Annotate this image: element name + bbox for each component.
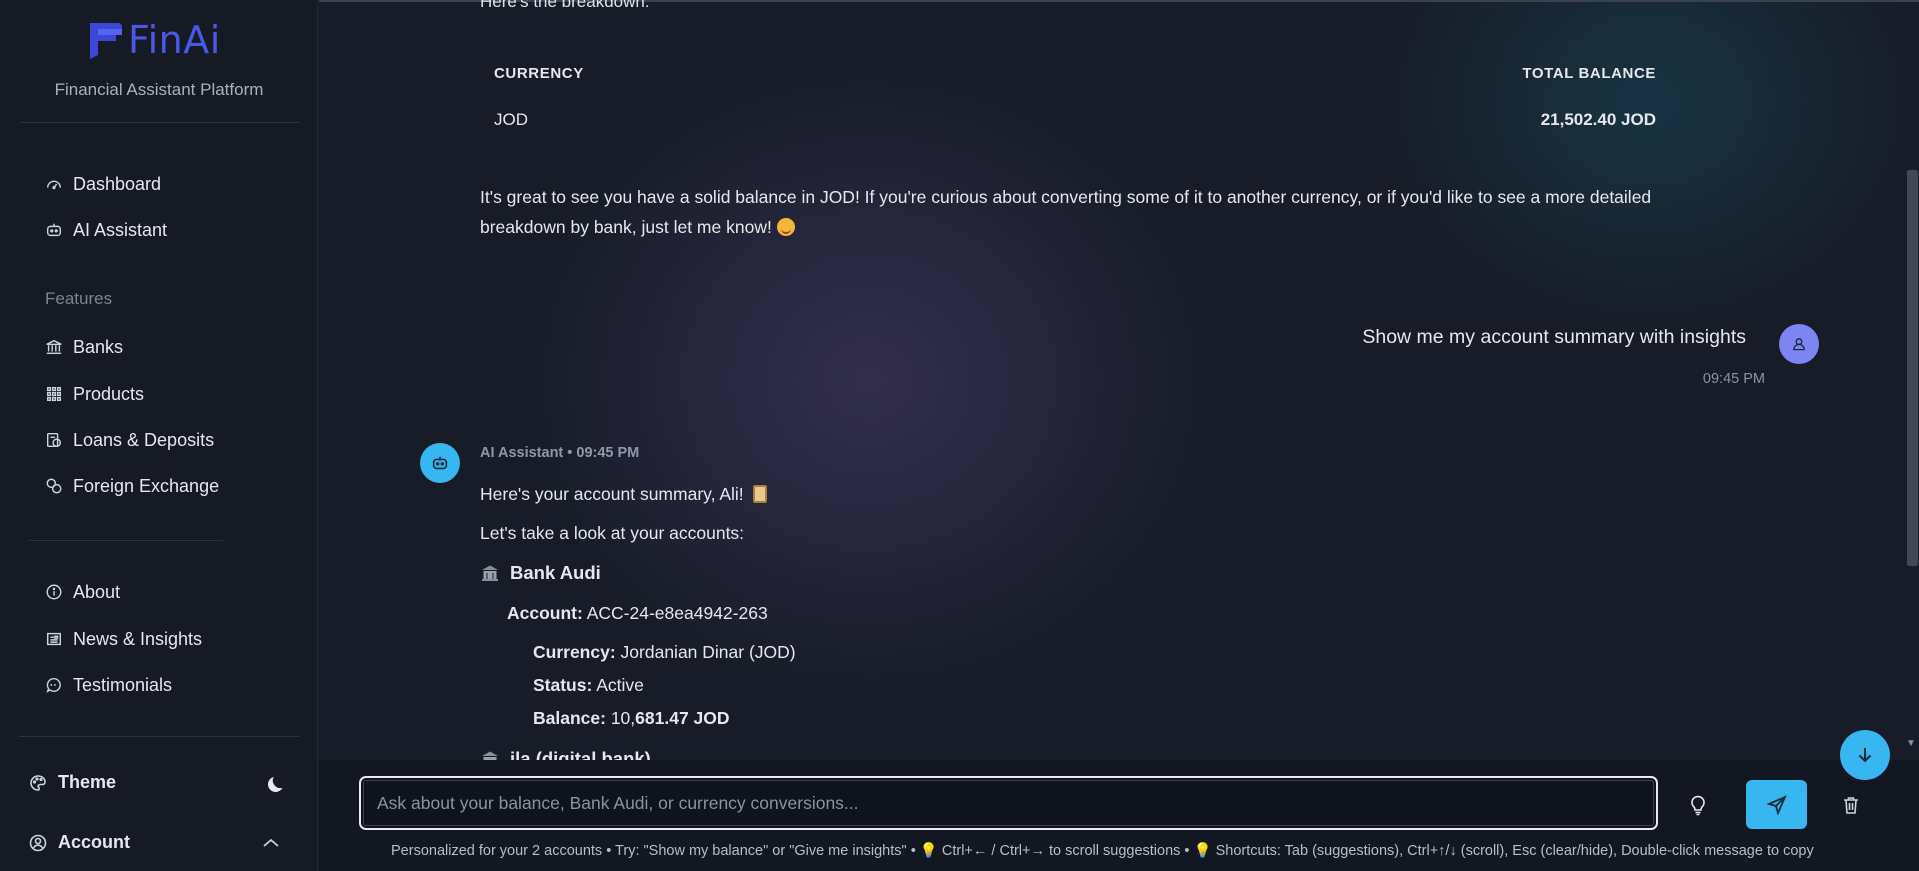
chat-input[interactable] [359, 776, 1658, 830]
sidebar-item-ai-assistant[interactable]: AI Assistant [44, 215, 167, 245]
balance-value: 10, [610, 708, 636, 728]
background-glow [1369, 0, 1919, 340]
sidebar-item-label: Products [73, 383, 145, 404]
bank-icon [44, 337, 64, 357]
bank-emoji-icon [480, 563, 500, 583]
scrollbar-thumb[interactable] [1907, 170, 1918, 566]
robot-icon [432, 456, 448, 470]
lightbulb-icon [1691, 795, 1705, 816]
table-header-row: CURRENCY TOTAL BALANCE [480, 52, 1670, 94]
message-line: breakdown by bank, just let me know! [480, 217, 772, 237]
balance-table: CURRENCY TOTAL BALANCE JOD 21,502.40 JOD [480, 52, 1670, 146]
account-number-line: Account: ACC-24-e8ea4942-263 [507, 603, 768, 624]
user-message[interactable]: Show me my account summary with insights [1362, 326, 1746, 349]
status-label: Status: [533, 675, 593, 695]
message-text: Here's the breakdown: [480, 0, 650, 11]
user-icon [1793, 338, 1805, 351]
robot-icon [44, 220, 64, 240]
theme-row: Theme [28, 772, 116, 793]
account-menu-toggle[interactable]: Account [28, 832, 130, 853]
sidebar-divider [29, 540, 223, 541]
bank-name: Bank Audi [510, 562, 601, 583]
table-row: JOD 21,502.40 JOD [480, 94, 1670, 146]
info-icon [44, 582, 64, 602]
account-value: ACC-24-e8ea4942-263 [586, 603, 768, 623]
assistant-message-text[interactable]: It's great to see you have a solid balan… [480, 182, 1680, 242]
suggestions-bulb-button[interactable] [1684, 791, 1712, 819]
sidebar-item-label: Banks [73, 336, 124, 357]
currency-value: Jordanian Dinar (JOD) [620, 642, 796, 662]
brand-name: FinAi [128, 18, 221, 62]
column-header-total-balance: TOTAL BALANCE [1522, 64, 1656, 82]
assistant-avatar [420, 443, 460, 483]
sidebar-item-news-insights[interactable]: News & Insights [44, 624, 202, 654]
balance-label: Balance: [533, 708, 606, 728]
smiley-emoji-icon [776, 218, 795, 236]
sidebar: FinAi Financial Assistant Platform Dashb… [0, 0, 318, 871]
chat-input-bar: Personalized for your 2 accounts • Try: … [319, 760, 1919, 871]
theme-toggle-moon-icon[interactable] [266, 773, 288, 795]
account-label: Account [58, 832, 130, 852]
sidebar-item-label: News & Insights [73, 628, 203, 649]
newspaper-icon [44, 629, 64, 649]
account-label: Account: [507, 603, 583, 623]
arrow-down-icon [1858, 748, 1872, 763]
cell-currency: JOD [494, 110, 528, 129]
column-header-currency: CURRENCY [494, 64, 584, 82]
sidebar-item-banks[interactable]: Banks [44, 332, 123, 362]
app-window: FinAi Financial Assistant Platform Dashb… [0, 0, 1919, 871]
chevron-up-icon[interactable] [262, 836, 280, 850]
grid-icon [44, 384, 64, 404]
sidebar-item-label: Foreign Exchange [73, 475, 220, 496]
sidebar-item-loans-deposits[interactable]: Loans & Deposits [44, 425, 214, 455]
loan-icon [44, 430, 64, 450]
chat-area: Here's the breakdown: CURRENCY TOTAL BAL… [319, 0, 1919, 871]
coins-icon [44, 476, 64, 496]
sidebar-item-label: Loans & Deposits [73, 429, 215, 450]
assistant-message-line: Let's take a look at your accounts: [480, 523, 745, 543]
sidebar-item-products[interactable]: Products [44, 379, 144, 409]
currency-label: Currency: [533, 642, 616, 662]
greeting-text: Here's your account summary, Ali! [480, 484, 744, 504]
brand-subtitle: Financial Assistant Platform [54, 80, 264, 99]
palette-icon [30, 774, 46, 791]
sidebar-item-about[interactable]: About [44, 577, 120, 607]
user-message-timestamp: 09:45 PM [1702, 371, 1765, 387]
currency-line: Currency: Jordanian Dinar (JOD) [533, 642, 796, 663]
send-button[interactable] [1746, 780, 1807, 829]
status-line: Status: Active [533, 675, 644, 696]
sidebar-divider [20, 122, 300, 123]
clear-chat-button[interactable] [1840, 793, 1862, 817]
sidebar-item-label: About [73, 581, 121, 602]
sidebar-divider [19, 736, 299, 737]
finai-logo-icon [86, 19, 126, 61]
sidebar-item-label: Dashboard [73, 173, 162, 194]
brand-logo[interactable]: FinAi [86, 18, 221, 62]
user-avatar [1779, 324, 1819, 364]
sidebar-item-foreign-exchange[interactable]: Foreign Exchange [44, 471, 219, 501]
chat-bubble-icon [44, 675, 64, 695]
sidebar-item-testimonials[interactable]: Testimonials [44, 670, 172, 700]
sidebar-item-dashboard[interactable]: Dashboard [44, 169, 161, 199]
bank-heading: Bank Audi [480, 562, 601, 584]
cell-total-balance: 21,502.40 JOD [1540, 110, 1656, 129]
sidebar-item-label: AI Assistant [73, 219, 168, 240]
user-circle-icon [29, 834, 47, 851]
sidebar-item-label: Testimonials [73, 674, 173, 695]
assistant-message-meta: AI Assistant • 09:45 PM [480, 445, 640, 461]
balance-line: Balance: 10,681.47 JOD [533, 708, 730, 729]
clipboard-emoji-icon [752, 485, 767, 503]
scroll-to-bottom-button[interactable] [1840, 730, 1890, 780]
gauge-icon [44, 174, 64, 194]
trash-icon [1844, 797, 1858, 814]
input-hint: Personalized for your 2 accounts • Try: … [391, 843, 1814, 859]
status-value: Active [596, 675, 644, 695]
features-section-label: Features [45, 289, 113, 308]
theme-label: Theme [58, 772, 117, 792]
send-icon [1766, 794, 1787, 815]
message-line: It's great to see you have a solid balan… [480, 187, 1652, 207]
scroll-down-arrow-icon[interactable]: ▼ [1906, 738, 1916, 749]
balance-value-bold: 681.47 JOD [635, 708, 730, 728]
assistant-message-line[interactable]: Here's your account summary, Ali! [480, 484, 767, 505]
